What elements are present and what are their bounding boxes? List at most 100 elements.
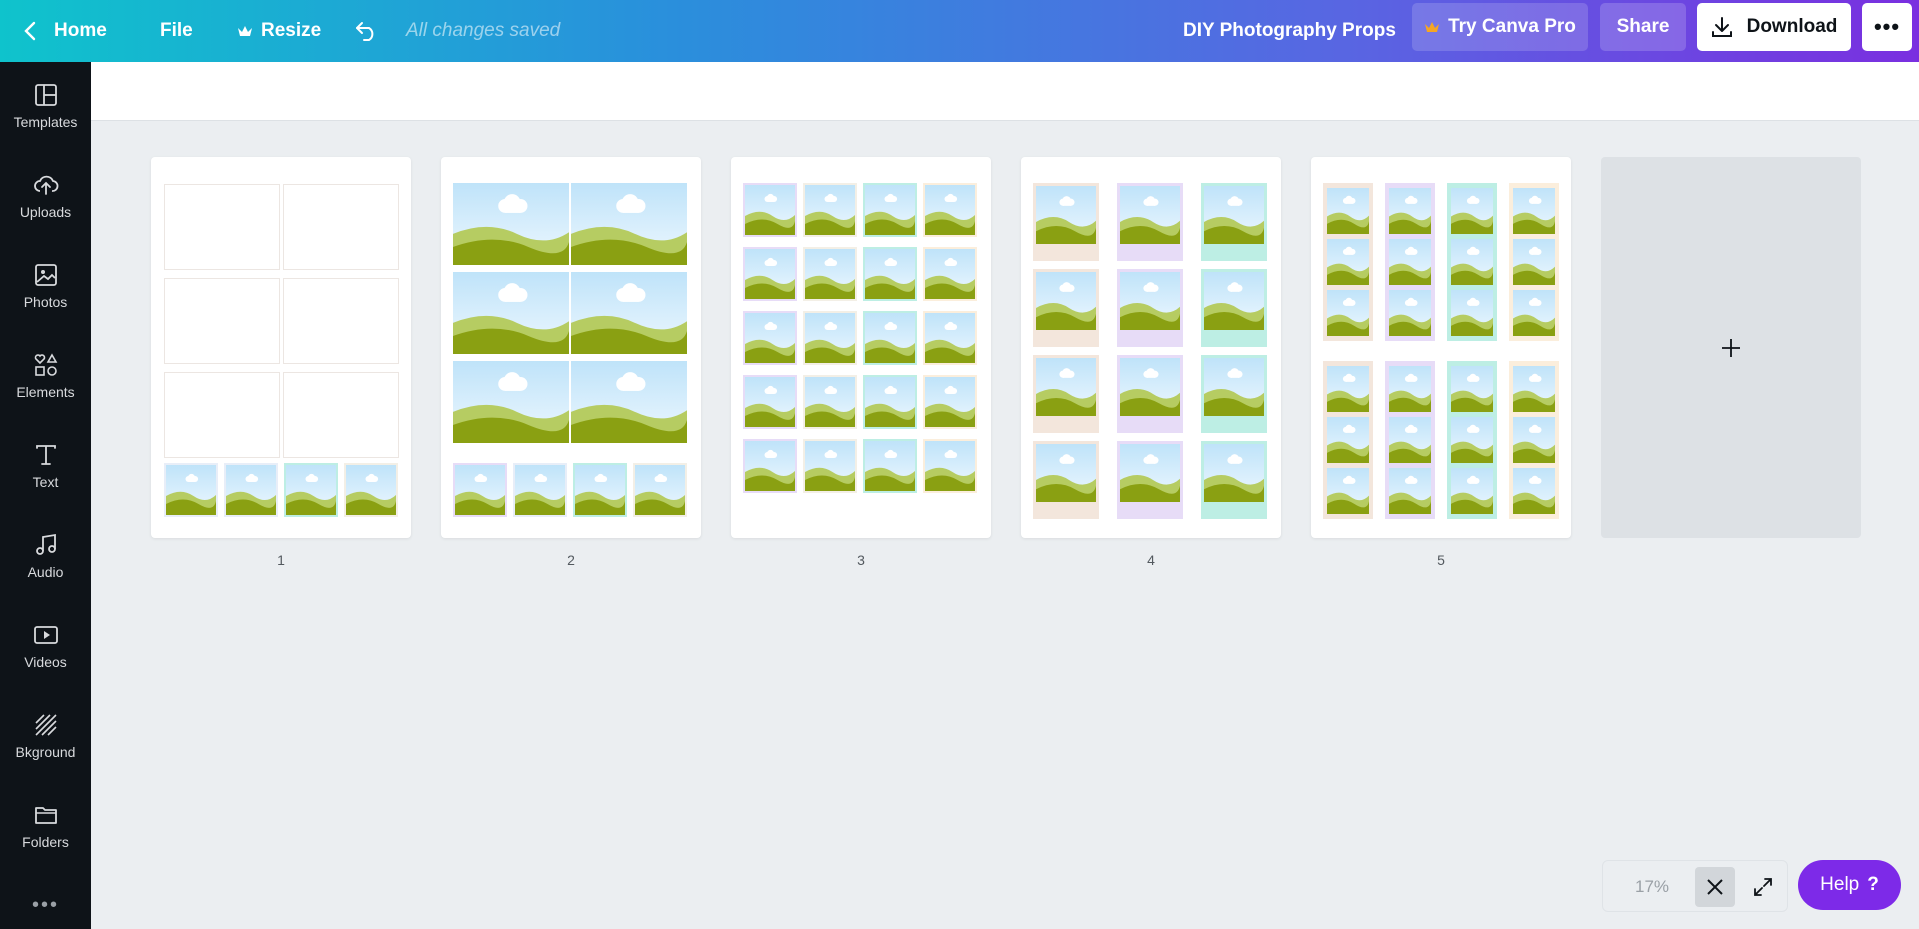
- photo-placeholder: [1513, 188, 1555, 234]
- more-options-button[interactable]: •••: [1862, 3, 1912, 51]
- empty-frame: [283, 184, 399, 270]
- sidebar-item-templates[interactable]: Templates: [0, 66, 91, 146]
- photo-placeholder: [633, 463, 687, 517]
- photo-placeholder: [1451, 417, 1493, 463]
- photo-placeholder: [1513, 290, 1555, 336]
- undo-icon: [356, 22, 374, 41]
- photo-placeholder: [1389, 290, 1431, 336]
- photo-placeholder: [1513, 417, 1555, 463]
- help-label: Help: [1820, 874, 1860, 895]
- page-thumbnail-4[interactable]: [1021, 157, 1281, 538]
- sidebar-item-text[interactable]: Text: [0, 426, 91, 506]
- photo-placeholder: [573, 463, 627, 517]
- photo-placeholder: [453, 183, 569, 265]
- photo-placeholder: [1389, 468, 1431, 514]
- photo-placeholder: [453, 272, 569, 354]
- file-menu-button[interactable]: File: [160, 0, 193, 62]
- add-page-button[interactable]: [1601, 157, 1861, 538]
- photo-placeholder: [803, 247, 857, 301]
- photo-placeholder: [923, 311, 977, 365]
- photo-placeholder: [1036, 358, 1096, 416]
- empty-frame: [283, 372, 399, 458]
- photo-placeholder: [803, 183, 857, 237]
- sidebar-more-button[interactable]: •••: [0, 894, 91, 917]
- sidebar-item-label: Bkground: [15, 744, 76, 760]
- fullscreen-button[interactable]: [1743, 867, 1783, 907]
- elements-icon: [34, 353, 57, 376]
- undo-button[interactable]: [354, 0, 380, 62]
- photo-placeholder: [803, 439, 857, 493]
- photo-placeholder: [1036, 186, 1096, 244]
- photo-placeholder: [571, 272, 687, 354]
- photo-placeholder: [923, 375, 977, 429]
- photo-placeholder: [1327, 468, 1369, 514]
- sidebar-item-label: Elements: [16, 384, 75, 400]
- page-number: 1: [277, 552, 285, 568]
- photo-placeholder: [1120, 272, 1180, 330]
- photo-placeholder: [1327, 188, 1369, 234]
- page-thumbnail-3[interactable]: [731, 157, 991, 538]
- sidebar-item-label: Text: [32, 474, 59, 490]
- page-thumbnail-1[interactable]: [151, 157, 411, 538]
- sidebar-item-folders[interactable]: Folders: [0, 786, 91, 866]
- empty-frame: [283, 278, 399, 364]
- photo-placeholder: [1389, 366, 1431, 412]
- sidebar-item-background[interactable]: Bkground: [0, 696, 91, 776]
- download-label: Download: [1746, 16, 1838, 37]
- help-button[interactable]: Help ?: [1798, 860, 1901, 910]
- uploads-icon: [33, 175, 58, 195]
- photo-placeholder: [743, 247, 797, 301]
- chevron-left-icon: [24, 21, 36, 41]
- photo-placeholder: [1204, 186, 1264, 244]
- folders-icon: [34, 807, 57, 824]
- photos-icon: [34, 264, 57, 286]
- share-button[interactable]: Share: [1600, 3, 1686, 51]
- photo-placeholder: [1327, 290, 1369, 336]
- page-number: 4: [1147, 552, 1155, 568]
- photo-placeholder: [1120, 444, 1180, 502]
- resize-button[interactable]: Resize: [237, 0, 321, 62]
- photo-placeholder: [743, 183, 797, 237]
- close-zoom-button[interactable]: [1695, 867, 1735, 907]
- photo-placeholder: [1451, 239, 1493, 285]
- page-thumbnail-2[interactable]: [441, 157, 701, 538]
- design-title[interactable]: DIY Photography Props: [1183, 0, 1396, 62]
- share-label: Share: [1616, 16, 1670, 37]
- photo-placeholder: [743, 311, 797, 365]
- photo-placeholder: [743, 439, 797, 493]
- save-status: All changes saved: [406, 20, 561, 41]
- photo-placeholder: [1036, 272, 1096, 330]
- close-icon: [1707, 879, 1723, 895]
- photo-placeholder: [1451, 290, 1493, 336]
- photo-placeholder: [923, 439, 977, 493]
- photo-placeholder: [513, 463, 567, 517]
- zoom-level[interactable]: 17%: [1635, 877, 1669, 897]
- photo-placeholder: [863, 247, 917, 301]
- photo-placeholder: [803, 375, 857, 429]
- sidebar-item-label: Videos: [24, 654, 67, 670]
- sidebar-item-label: Folders: [22, 834, 69, 850]
- home-button[interactable]: Home: [24, 0, 107, 62]
- sidebar-item-label: Uploads: [19, 204, 72, 220]
- download-button[interactable]: Download: [1697, 3, 1851, 51]
- editor-toolbar: [91, 62, 1919, 121]
- photo-placeholder: [1389, 417, 1431, 463]
- zoom-control: 17%: [1602, 860, 1788, 912]
- sidebar-item-elements[interactable]: Elements: [0, 336, 91, 416]
- empty-frame: [164, 372, 280, 458]
- sidebar-item-videos[interactable]: Videos: [0, 606, 91, 686]
- try-canva-pro-button[interactable]: Try Canva Pro: [1412, 3, 1588, 51]
- sidebar-item-uploads[interactable]: Uploads: [0, 156, 91, 236]
- page-number: 3: [857, 552, 865, 568]
- sidebar: Templates Uploads Photos Elements Text A…: [0, 62, 91, 929]
- photo-placeholder: [1451, 188, 1493, 234]
- page-thumbnail-5[interactable]: [1311, 157, 1571, 538]
- photo-placeholder: [1120, 186, 1180, 244]
- photo-placeholder: [743, 375, 797, 429]
- sidebar-item-audio[interactable]: Audio: [0, 516, 91, 596]
- photo-placeholder: [863, 375, 917, 429]
- photo-placeholder: [453, 463, 507, 517]
- sidebar-item-photos[interactable]: Photos: [0, 246, 91, 326]
- videos-icon: [33, 626, 58, 644]
- photo-placeholder: [224, 463, 278, 517]
